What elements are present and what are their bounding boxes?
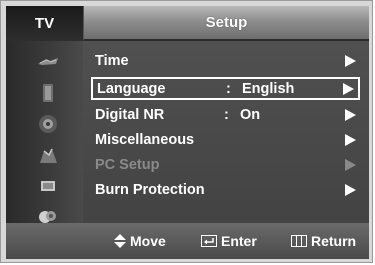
menu-item-value: English: [242, 80, 295, 97]
return-label: Return: [311, 233, 357, 249]
right-arrow-icon: [345, 158, 356, 171]
enter-label: Enter: [221, 233, 257, 249]
right-arrow-icon: [345, 183, 356, 196]
menu-item-language[interactable]: Language : English: [91, 77, 360, 100]
sound-icon[interactable]: [36, 81, 60, 105]
menu-item-label: Digital NR: [95, 106, 165, 123]
return-icon: [291, 235, 307, 247]
setup-menu: Time Language : English Digital NR : On …: [83, 41, 369, 223]
sidebar: TV: [6, 6, 83, 259]
right-arrow-icon: [345, 108, 356, 121]
source-label: TV: [6, 6, 83, 41]
menu-item-digital-nr[interactable]: Digital NR : On: [91, 103, 360, 126]
menu-item-colon: :: [224, 106, 229, 123]
menu-title: Setup: [83, 6, 369, 41]
move-label: Move: [130, 233, 166, 249]
footer-hints: Move Enter Return: [83, 223, 369, 259]
footer-bar: Move Enter Return: [6, 223, 369, 259]
setup-icon[interactable]: [36, 143, 60, 167]
menu-item-label: Burn Protection: [95, 181, 205, 198]
input-icon[interactable]: [36, 174, 60, 198]
right-arrow-icon: [343, 82, 354, 95]
right-arrow-icon: [345, 54, 356, 67]
tv-frame: TV Setup Time Language: English Digital…: [0, 0, 373, 263]
menu-item-label: PC Setup: [95, 156, 160, 173]
return-hint: Return: [291, 233, 356, 249]
menu-item-label: Miscellaneous: [95, 131, 195, 148]
menu-item-label: Language: [97, 80, 166, 97]
enter-hint: Enter: [201, 233, 257, 249]
picture-icon[interactable]: [36, 50, 60, 74]
channel-icon[interactable]: [36, 112, 60, 136]
enter-icon: [201, 235, 217, 247]
menu-item-value: On: [240, 106, 261, 123]
menu-item-time[interactable]: Time: [91, 49, 360, 72]
menu-item-label: Time: [95, 52, 129, 69]
menu-item-pc-setup: PC Setup: [91, 153, 360, 176]
right-arrow-icon: [345, 133, 356, 146]
menu-item-miscellaneous[interactable]: Miscellaneous: [91, 128, 360, 151]
move-hint: Move: [114, 233, 166, 249]
osd-screen: TV Setup Time Language: English Digital…: [6, 6, 369, 259]
up-down-arrow-icon: [114, 234, 126, 248]
menu-item-colon: :: [226, 80, 231, 97]
menu-item-burn-protection[interactable]: Burn Protection: [91, 178, 360, 201]
